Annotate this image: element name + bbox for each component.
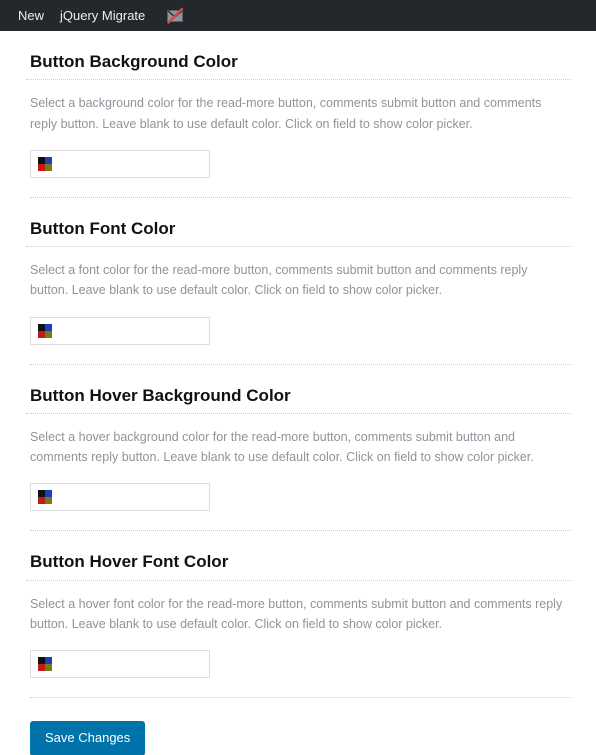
save-changes-button[interactable]: Save Changes xyxy=(30,721,146,755)
color-swatch-icon xyxy=(38,323,52,338)
field-row xyxy=(26,634,572,678)
color-swatch-icon xyxy=(38,490,52,505)
section-button-font-color: Button Font Color Select a font color fo… xyxy=(26,198,572,345)
section-button-background-color: Button Background Color Select a backgro… xyxy=(26,31,572,178)
button-hover-background-color-field[interactable] xyxy=(30,483,210,512)
section-description: Select a background color for the read-m… xyxy=(30,96,542,131)
field-row xyxy=(26,467,572,512)
button-hover-font-color-field[interactable] xyxy=(30,650,210,678)
button-background-color-input[interactable] xyxy=(52,151,209,176)
submit-row: Save Changes xyxy=(26,698,572,755)
section-button-hover-font-color: Button Hover Font Color Select a hover f… xyxy=(26,531,572,678)
field-row xyxy=(26,134,572,178)
section-title: Button Hover Font Color xyxy=(26,551,572,581)
color-swatch-icon xyxy=(38,657,52,671)
button-hover-background-color-input[interactable] xyxy=(52,485,209,510)
section-description: Select a hover background color for the … xyxy=(30,429,534,464)
mail-disabled-icon[interactable] xyxy=(159,7,191,25)
button-background-color-field[interactable] xyxy=(30,149,210,178)
admin-bar-item-jquery-migrate[interactable]: jQuery Migrate xyxy=(52,0,153,31)
settings-page: Button Background Color Select a backgro… xyxy=(0,31,596,755)
section-button-hover-background-color: Button Hover Background Color Select a h… xyxy=(26,365,572,512)
section-description: Select a font color for the read-more bu… xyxy=(30,263,528,298)
section-title: Button Hover Background Color xyxy=(26,385,572,414)
section-title: Button Font Color xyxy=(26,218,572,247)
section-title: Button Background Color xyxy=(26,51,572,81)
admin-bar: New jQuery Migrate xyxy=(0,0,596,31)
field-row xyxy=(26,301,572,345)
admin-bar-item-new[interactable]: New xyxy=(10,0,52,31)
button-hover-font-color-input[interactable] xyxy=(52,652,209,676)
section-description: Select a hover font color for the read-m… xyxy=(30,596,563,631)
color-swatch-icon xyxy=(38,156,52,171)
button-font-color-field[interactable] xyxy=(30,316,210,345)
button-font-color-input[interactable] xyxy=(52,318,209,343)
